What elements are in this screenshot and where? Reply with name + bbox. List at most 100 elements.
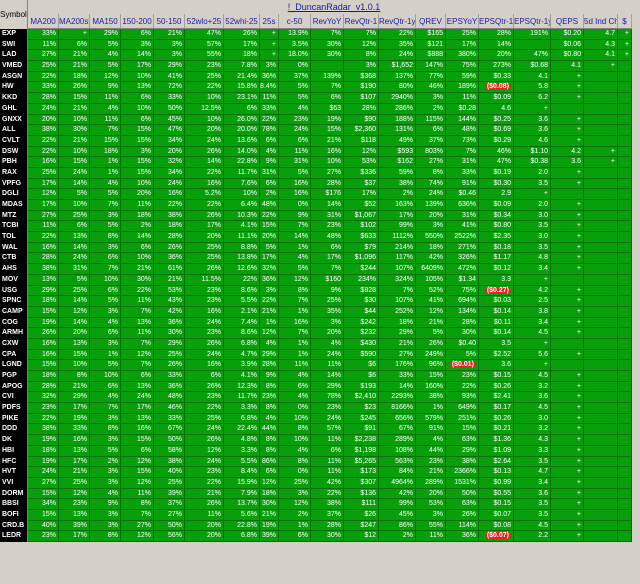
row-symbol[interactable]: CAMP bbox=[0, 306, 28, 318]
table-row[interactable]: TCBI 11% 6% 5% 2% 18% 17% 4.1% 15% 7% 23% $102 99% 3%… bbox=[0, 221, 640, 233]
row-symbol[interactable]: VVI bbox=[0, 477, 28, 489]
column-header[interactable]: 25s bbox=[260, 14, 279, 29]
row-symbol[interactable]: CRD.B bbox=[0, 520, 28, 532]
table-row[interactable]: DGLI 12% 5% 5% 20% 16% 5.2% 10% 2% 16% $176 17% 2% 24… bbox=[0, 189, 640, 200]
row-symbol[interactable]: SPNC bbox=[0, 296, 28, 307]
row-symbol[interactable]: VPFG bbox=[0, 178, 28, 190]
row-symbol[interactable]: HBI bbox=[0, 445, 28, 457]
table-row[interactable]: MTZ 27% 25% 3% 18% 38% 26% 10.3% 22% 9% 31% $1,067 1… bbox=[0, 210, 640, 222]
table-row[interactable]: LAD 27% 21% 4% 14% 3% 55% 18% +18.0% 30% 8% 24% $888… bbox=[0, 50, 640, 62]
row-symbol[interactable]: TCBI bbox=[0, 221, 28, 233]
row-symbol[interactable]: DGLI bbox=[0, 189, 28, 200]
table-row[interactable]: COG 19% 14% 4% 13% 36% 24% 7.4% 1% 16% 3% $242 18% 21… bbox=[0, 317, 640, 329]
table-row[interactable]: CVI 32% 29% 4% 24% 48% 23% 11.7% 23% 4% 78% $2,410 2… bbox=[0, 392, 640, 404]
table-row[interactable]: TOL 22% 13% 8% 14% 28% 20% 11.1% 20% 14% 48% $633 11… bbox=[0, 232, 640, 243]
table-row[interactable]: HFC 19% 17% 2% 12% 38% 24% 5.5% 86% 8% 11% $5,265 56… bbox=[0, 456, 640, 468]
table-row[interactable]: PIKE 22% 19% 3% 13% 33% 25% 6.8% 4% 10% 24% $245 656… bbox=[0, 413, 640, 425]
table-row[interactable]: EXP 33% +29% 6% 21% 47% 26% +13.9% 7% 7% 22% $165 25… bbox=[0, 29, 640, 40]
row-symbol[interactable]: SWI bbox=[0, 39, 28, 51]
row-symbol[interactable]: GHL bbox=[0, 103, 28, 115]
column-header[interactable]: 52wlo+25 bbox=[185, 14, 224, 29]
row-symbol[interactable]: RAX bbox=[0, 167, 28, 179]
window-title[interactable]: !_DuncanRadar_v1.0.1 bbox=[28, 0, 640, 14]
table-row[interactable]: CXW 16% 13% 3% 7% 29% 26% 6.8% 4% 1% 4% $430 21% 26% $… bbox=[0, 338, 640, 350]
row-symbol[interactable]: HFC bbox=[0, 456, 28, 468]
table-row[interactable]: GNXX 20% 10% 11% 6% 45% 10% 26.0% 22% 23% 19% $90 18… bbox=[0, 114, 640, 126]
table-row[interactable]: CAMP 15% 12% 3% 7% 42% 16% 2.1% 21% 1% 35% $44 252% 1… bbox=[0, 306, 640, 318]
table-row[interactable]: SWI 11% 6% 5% 3% 3% 57% 17% +3.5% 30% 12% 35% $121 17… bbox=[0, 39, 640, 51]
column-header[interactable]: QEPS bbox=[551, 14, 584, 29]
table-row[interactable]: CRD.B 40% 39% 3% 27% 50% 20% 22.8% 19% 1% 28% $247 8… bbox=[0, 520, 640, 532]
row-symbol[interactable]: LEDR bbox=[0, 531, 28, 542]
table-row[interactable]: PBH 16% 15% 1% 15% 32% 14% 22.8% 9% 31% 10% 53% $162… bbox=[0, 157, 640, 168]
table-row[interactable]: PDFS 23% 17% 7% 17% 46% 22% 3.3% 8% 0% 23% $23 8166%… bbox=[0, 403, 640, 414]
column-header[interactable]: RevQtr-1y bbox=[379, 14, 416, 29]
row-symbol[interactable]: LGND bbox=[0, 360, 28, 371]
table-row[interactable]: HVT 24% 21% 3% 15% 40% 23% 8.4% 6% 0% 11% $173 84% 21… bbox=[0, 467, 640, 478]
table-row[interactable]: MDAS 17% 10% 7% 11% 22% 22% 6.4% 48% 0% 14% $52 163%… bbox=[0, 200, 640, 211]
row-symbol[interactable]: PDFS bbox=[0, 403, 28, 414]
row-symbol[interactable]: USG bbox=[0, 285, 28, 297]
table-row[interactable]: CVLT 22% 21% 15% 15% 34% 24% 13.6% 6% 6% 21% $118 49… bbox=[0, 135, 640, 147]
row-symbol[interactable]: PIKE bbox=[0, 413, 28, 425]
column-header[interactable]: 5d Ind Chg bbox=[584, 14, 618, 29]
row-symbol[interactable]: CTB bbox=[0, 253, 28, 265]
row-symbol[interactable]: HVT bbox=[0, 467, 28, 478]
column-header[interactable]: $ bbox=[618, 14, 632, 29]
row-symbol[interactable]: EXP bbox=[0, 29, 28, 40]
table-row[interactable]: DSW 22% 10% 18% 3% 20% 26% 14.0% 4% 11% 16% 12% $593… bbox=[0, 146, 640, 158]
row-symbol[interactable]: MTZ bbox=[0, 210, 28, 222]
table-row[interactable]: LEDR 23% 17% 8% 12% 56% 20% 6.8% 39% 6% 30% $12 2% 11… bbox=[0, 531, 640, 542]
row-symbol[interactable]: VMED bbox=[0, 61, 28, 72]
row-symbol[interactable]: MDAS bbox=[0, 200, 28, 211]
table-row[interactable]: HBI 18% 13% 5% 6% 58% 12% 3.3% 8% 4% 6% $1,198 108% 4… bbox=[0, 445, 640, 457]
column-header[interactable]: EPSYoY bbox=[446, 14, 479, 29]
table-row[interactable]: AHS 38% 31% 7% 21% 61% 26% 12.6% 32% 5% 7% $244 107%… bbox=[0, 264, 640, 275]
row-symbol[interactable]: DK bbox=[0, 435, 28, 446]
row-symbol[interactable]: COG bbox=[0, 317, 28, 329]
table-row[interactable]: KKD 28% 15% 11% 6% 33% 10% 23.1% 11% 5% 6% $107 2940… bbox=[0, 93, 640, 104]
row-symbol[interactable]: PGP bbox=[0, 371, 28, 382]
table-row[interactable]: SPNC 18% 14% 5% 11% 43% 23% 5.5% 22% 7% 25% $30 107%… bbox=[0, 296, 640, 307]
column-header[interactable]: MA200sl bbox=[59, 14, 90, 29]
table-row[interactable]: VVI 27% 25% 3% 12% 25% 22% 15.9% 12% 25% 42% $307 49… bbox=[0, 477, 640, 489]
column-header[interactable]: 50-150 bbox=[154, 14, 185, 29]
row-symbol[interactable]: CPA bbox=[0, 349, 28, 361]
table-row[interactable]: USG 29% 25% 6% 22% 53% 23% 8.6% 3% 8% 9% $828 7% 52% 7… bbox=[0, 285, 640, 297]
column-header[interactable]: 52whi-25 bbox=[224, 14, 260, 29]
table-row[interactable]: DDD 38% 33% 8% 16% 67% 24% 22.4% 44% 8% 57% $91 67% 9… bbox=[0, 424, 640, 436]
table-row[interactable]: PGP 18% 8% 10% 6% 33% 6% 4.1% 9% 4% 14% $6 33% 15% 23%… bbox=[0, 371, 640, 382]
table-row[interactable]: CPA 16% 15% 1% 12% 25% 24% 4.7% 29% 1% 24% $590 27% 2… bbox=[0, 349, 640, 361]
row-symbol[interactable]: DSW bbox=[0, 146, 28, 158]
table-row[interactable]: VPFG 17% 14% 4% 10% 24% 16% 7.6% 6% 16% 28% $37 38% 7… bbox=[0, 178, 640, 190]
table-row[interactable]: HW 33% 26% 9% 13% 72% 22% 15.8% 8.4% 5% 7% $190 80% 4… bbox=[0, 82, 640, 94]
table-row[interactable]: ASGN 22% 18% 12% 10% 41% 25% 21.4% 36% 37% 139% $36… bbox=[0, 71, 640, 83]
table-row[interactable]: VMED 25% 21% 5% 17% 29% 23% 7.8% 3% 0% 3% $1,652 147… bbox=[0, 61, 640, 72]
table-row[interactable]: ALL 38% 30% 7% 15% 47% 20% 20.0% 78% 24% 15% $2,360… bbox=[0, 125, 640, 136]
table-row[interactable]: BBSI 34% 23% 9% 8% 37% 26% 13.7% 30% 12% 38% $111 99… bbox=[0, 499, 640, 510]
table-row[interactable]: WAL 16% 14% 3% 6% 26% 25% 8.8% 5% 1% 6% $79 214% 18% 2… bbox=[0, 242, 640, 254]
row-symbol[interactable]: HW bbox=[0, 82, 28, 94]
row-symbol[interactable]: BOFI bbox=[0, 509, 28, 521]
table-row[interactable]: BOFI 15% 13% 3% 7% 27% 11% 5.6% 21% 2% 37% $26 45% 3%… bbox=[0, 509, 640, 521]
row-symbol[interactable]: CVLT bbox=[0, 135, 28, 147]
table-row[interactable]: RAX 25% 24% 1% 15% 34% 22% 11.7% 31% 5% 27% $336 59%… bbox=[0, 167, 640, 179]
column-header[interactable]: RevQtr-1 bbox=[344, 14, 379, 29]
table-row[interactable]: ARMH 26% 20% 6% 11% 30% 23% 8.6% 12% 7% 20% $232 29%… bbox=[0, 328, 640, 339]
row-symbol[interactable]: MOV bbox=[0, 274, 28, 286]
row-symbol[interactable]: CVI bbox=[0, 392, 28, 404]
column-header[interactable]: 150-200 bbox=[121, 14, 154, 29]
symbol-column-header[interactable]: Symbol bbox=[0, 0, 28, 29]
table-row[interactable]: CTB 28% 24% 6% 10% 36% 25% 13.8% 17% 4% 17% $1,096 1… bbox=[0, 253, 640, 265]
column-header[interactable]: c-50 bbox=[279, 14, 311, 29]
row-symbol[interactable]: WAL bbox=[0, 242, 28, 254]
column-header[interactable]: MA150 bbox=[90, 14, 121, 29]
row-symbol[interactable]: LAD bbox=[0, 50, 28, 62]
table-row[interactable]: GHL 24% 21% 4% 10% 50% 12.5% 6% 33% 4% $63 28% 286% 2… bbox=[0, 103, 640, 115]
row-symbol[interactable]: TOL bbox=[0, 232, 28, 243]
row-symbol[interactable]: BBSI bbox=[0, 499, 28, 510]
row-symbol[interactable]: DDD bbox=[0, 424, 28, 436]
column-header[interactable]: EPSQtr-1y bbox=[514, 14, 551, 29]
column-header[interactable]: EPSQtr-1 bbox=[479, 14, 514, 29]
table-row[interactable]: MOV 13% 5% 10% 30% 21% 11.5% 22% 36% 12% $160 234% 3… bbox=[0, 274, 640, 286]
